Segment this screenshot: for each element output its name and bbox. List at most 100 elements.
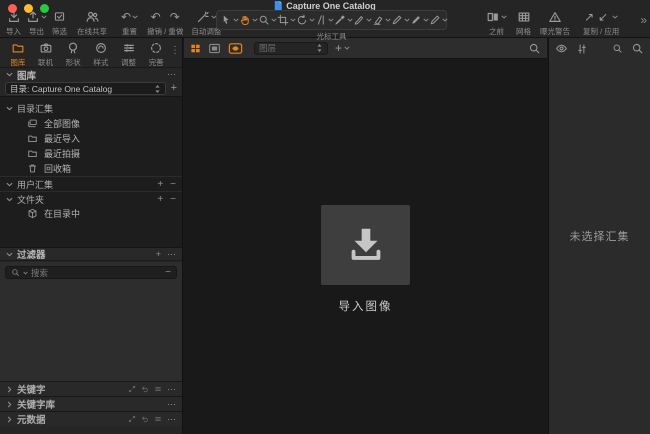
tab-shape[interactable]: 形状 [59, 41, 87, 68]
add-user-collection-button[interactable]: + [157, 179, 163, 190]
chevron-down-icon [344, 46, 350, 50]
browser-zoom-icon[interactable] [631, 42, 644, 55]
metadata-section-header[interactable]: 元数据 ⋯ [0, 411, 182, 426]
browser-search-icon[interactable] [612, 43, 623, 54]
tree-item-in-catalog[interactable]: 在目录中 [0, 206, 182, 221]
search-field[interactable]: − [5, 266, 177, 279]
gradient-mask-tool[interactable] [410, 14, 429, 26]
tool-tabs: 图库 联机 形状 样式 调整 完善 ⋮ [0, 38, 182, 68]
undo-icon[interactable]: ↶ [151, 11, 161, 23]
warning-triangle-icon [548, 10, 562, 24]
grid-button[interactable]: 网格 [516, 10, 531, 37]
filters-more-button[interactable]: ⋯ [167, 249, 176, 260]
chevron-down-icon [6, 182, 13, 187]
keystone-tool[interactable] [315, 14, 334, 26]
multi-view-icon[interactable] [190, 43, 201, 54]
catalog-collections-group[interactable]: 目录汇集 [0, 101, 182, 116]
metadata-more-button[interactable]: ⋯ [167, 414, 176, 425]
stepper-icon [316, 43, 323, 53]
library-section-header[interactable]: 图库 ⋯ [0, 68, 182, 81]
search-input[interactable] [31, 268, 162, 278]
undo-redo-group: ↶ ↷ 撤销 / 重做 [147, 10, 183, 37]
copy-settings-icon[interactable] [128, 415, 136, 423]
reset-button[interactable]: ↶ 重置 [121, 10, 138, 37]
before-after-button[interactable]: 之前 [486, 10, 507, 37]
user-collections-group[interactable]: 用户汇集 + − [0, 176, 182, 191]
collapsed-tools: 关键字 ⋯ 关键字库 ⋯ 元数据 [0, 381, 182, 426]
add-folder-button[interactable]: + [157, 194, 163, 205]
tree-item-recent-imports[interactable]: 最近导入 [0, 131, 182, 146]
heal-tool[interactable] [353, 14, 372, 26]
reset-tool-icon[interactable] [141, 385, 149, 393]
export-button[interactable]: 导出 [26, 10, 47, 37]
eraser-icon [372, 14, 384, 26]
filters-panel: − [0, 262, 182, 381]
online-share-button[interactable]: 在线共享 [77, 10, 107, 37]
layers-dropdown[interactable]: 图层 [254, 42, 328, 55]
tab-library[interactable]: 图库 [4, 41, 32, 68]
pick-color-tool[interactable] [334, 14, 353, 26]
proof-view-icon[interactable] [228, 41, 243, 56]
filters-section-header[interactable]: 过滤器 + ⋯ [0, 247, 182, 261]
draw-mask-tool[interactable] [391, 14, 410, 26]
tab-adjust[interactable]: 调整 [115, 41, 143, 68]
eye-icon[interactable] [555, 42, 568, 55]
loupe-tool[interactable] [258, 14, 277, 26]
stepper-icon [154, 84, 161, 94]
radial-mask-tool[interactable] [429, 14, 448, 26]
camera-icon [39, 41, 53, 55]
keyword-library-section-header[interactable]: 关键字库 ⋯ [0, 396, 182, 411]
tab-styles[interactable]: 样式 [87, 41, 115, 68]
erase-mask-tool[interactable] [372, 14, 391, 26]
copy-settings-icon[interactable] [128, 385, 136, 393]
styles-circle-icon [94, 41, 108, 55]
reset-tool-icon[interactable] [141, 415, 149, 423]
tab-capture[interactable]: 联机 [32, 41, 60, 68]
tab-refine[interactable]: 完善 [142, 41, 170, 68]
viewer-zoom-icon[interactable] [528, 42, 541, 55]
import-icon [7, 10, 21, 24]
eyedropper-icon [334, 14, 346, 26]
clear-search-button[interactable]: − [165, 267, 171, 278]
crop-tool[interactable] [277, 14, 296, 26]
rotate-tool[interactable] [296, 14, 315, 26]
sort-sliders-icon[interactable] [576, 43, 588, 55]
rotate-icon [296, 14, 308, 26]
cull-icon [53, 10, 66, 23]
keystone-icon [315, 14, 327, 26]
keyword-library-more-button[interactable]: ⋯ [167, 399, 176, 410]
tree-item-recent-captures[interactable]: 最近拍摄 [0, 146, 182, 161]
presets-icon[interactable] [154, 415, 162, 423]
import-images-button[interactable] [321, 205, 410, 285]
chevron-right-icon [7, 386, 12, 393]
cursor-icon [220, 14, 232, 26]
pan-tool[interactable] [239, 14, 258, 26]
redo-icon[interactable]: ↷ [170, 11, 180, 23]
tree-item-all-images[interactable]: 全部图像 [0, 116, 182, 131]
chevron-down-icon [6, 72, 13, 77]
catalog-selector[interactable]: 目录: Capture One Catalog [5, 82, 166, 95]
library-folder-icon [11, 41, 25, 55]
keywords-section-header[interactable]: 关键字 ⋯ [0, 381, 182, 396]
add-filter-button[interactable]: + [156, 249, 161, 260]
folders-group[interactable]: 文件夹 + − [0, 191, 182, 206]
single-view-icon[interactable] [208, 42, 221, 55]
add-layer-button[interactable]: + [335, 41, 350, 55]
cull-button[interactable]: 筛选 [52, 10, 67, 37]
loupe-icon [258, 14, 270, 26]
copy-apply-button[interactable]: ↗ ↙ 复制 / 应用 [583, 10, 619, 37]
browser-panel: 未选择汇集 [548, 38, 650, 434]
presets-icon[interactable] [154, 385, 162, 393]
remove-user-collection-button[interactable]: − [170, 179, 176, 190]
keywords-more-button[interactable]: ⋯ [167, 384, 176, 395]
remove-folder-button[interactable]: − [170, 194, 176, 205]
toolbar-overflow-button[interactable]: » [640, 13, 647, 27]
tree-item-trash[interactable]: 回收箱 [0, 161, 182, 176]
import-button[interactable]: 导入 [6, 10, 21, 37]
library-more-button[interactable]: ⋯ [167, 69, 176, 80]
exposure-warning-button[interactable]: 曝光警告 [540, 10, 570, 37]
tabs-more-button[interactable]: ⋮ [170, 41, 180, 56]
before-after-icon [486, 10, 500, 24]
select-tool[interactable] [220, 14, 239, 26]
add-catalog-button[interactable]: + [171, 83, 177, 94]
